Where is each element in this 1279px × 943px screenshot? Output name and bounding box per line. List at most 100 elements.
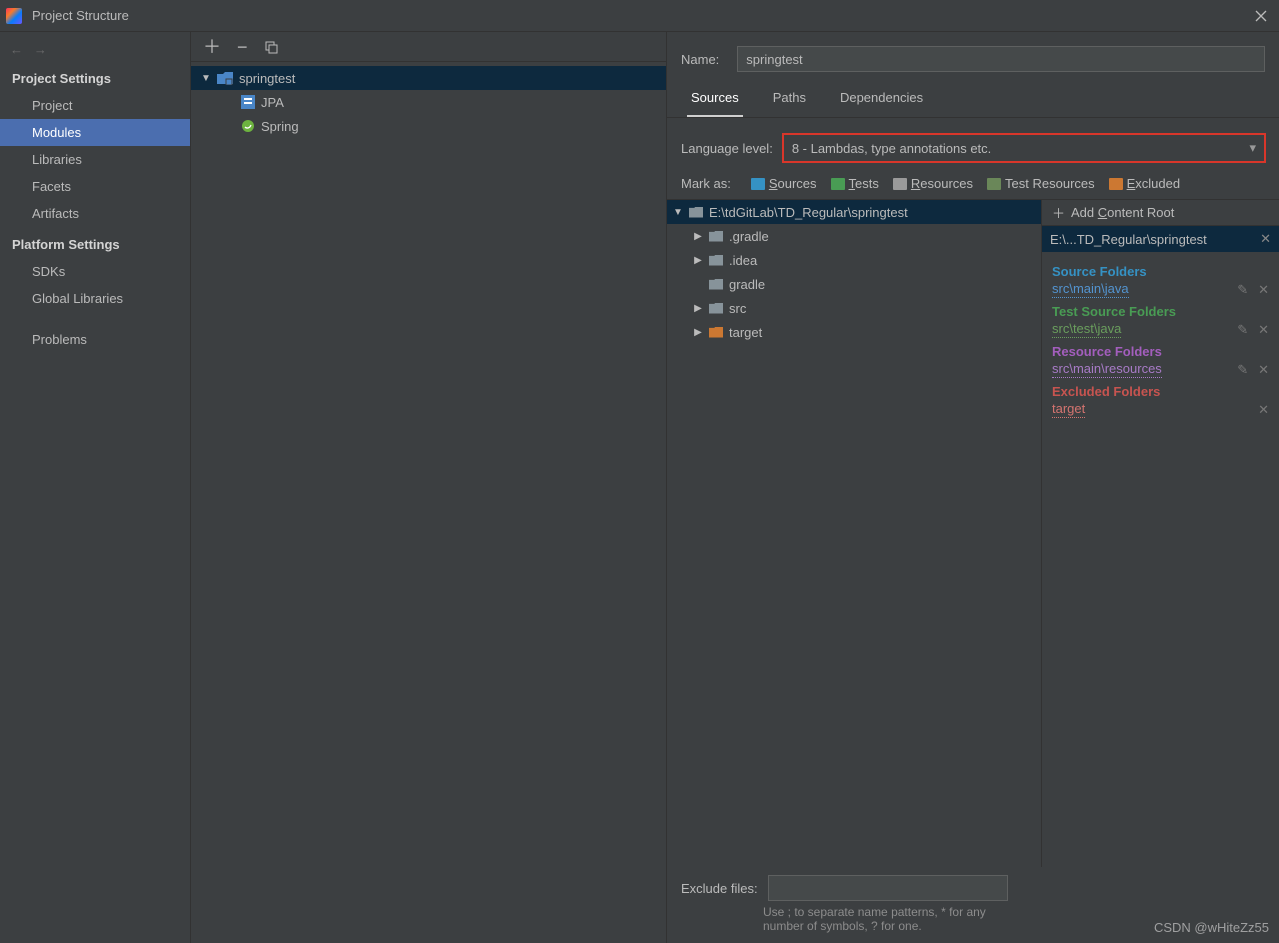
mark-test-resources[interactable]: Test Resources xyxy=(987,176,1095,191)
remove-icon[interactable]: ✕ xyxy=(1258,402,1269,418)
mark-as-label: Mark as: xyxy=(681,176,731,191)
expand-arrow-icon[interactable]: ▼ xyxy=(201,73,211,84)
excluded-folders-heading: Excluded Folders xyxy=(1052,384,1269,399)
folder-label: .idea xyxy=(729,253,757,268)
content-root-path: E:\...TD_Regular\springtest xyxy=(1050,232,1207,247)
edit-icon[interactable]: ✎ xyxy=(1237,362,1248,378)
folder-icon xyxy=(709,303,723,314)
language-level-label: Language level: xyxy=(681,141,773,156)
folder-label: gradle xyxy=(729,277,765,292)
edit-icon[interactable]: ✎ xyxy=(1237,282,1248,298)
tab-dependencies[interactable]: Dependencies xyxy=(836,82,927,117)
mark-resources[interactable]: Resources xyxy=(893,176,973,191)
sidebar-item-modules[interactable]: Modules xyxy=(0,119,190,146)
folder-row[interactable]: gradle xyxy=(667,272,1041,296)
close-button[interactable] xyxy=(1249,4,1273,28)
expand-arrow-icon[interactable]: ▶ xyxy=(693,231,703,242)
remove-content-root-button[interactable]: ✕ xyxy=(1260,231,1271,247)
tab-sources[interactable]: Sources xyxy=(687,82,743,117)
facet-row-spring[interactable]: Spring xyxy=(191,114,666,138)
add-content-root-button[interactable]: ＋ Add Content Root xyxy=(1042,200,1279,226)
module-tree: ▼ springtest JPA Spring xyxy=(191,62,666,943)
module-row-springtest[interactable]: ▼ springtest xyxy=(191,66,666,90)
name-label: Name: xyxy=(681,52,719,67)
resource-folder-item[interactable]: src\main\resources✎✕ xyxy=(1052,361,1269,378)
module-panel: ＋ − ▼ springtest JPA xyxy=(191,32,667,943)
facet-row-jpa[interactable]: JPA xyxy=(191,90,666,114)
titlebar: Project Structure xyxy=(0,0,1279,32)
jpa-icon xyxy=(241,95,255,109)
exclude-files-input[interactable] xyxy=(768,875,1008,901)
remove-icon[interactable]: ✕ xyxy=(1258,322,1269,338)
expand-arrow-icon[interactable]: ▼ xyxy=(673,207,683,218)
resource-folders-heading: Resource Folders xyxy=(1052,344,1269,359)
sidebar-item-facets[interactable]: Facets xyxy=(0,173,190,200)
add-module-button[interactable]: ＋ xyxy=(203,38,221,56)
folder-label: .gradle xyxy=(729,229,769,244)
window-title: Project Structure xyxy=(32,8,1249,23)
sidebar-item-global-libraries[interactable]: Global Libraries xyxy=(0,285,190,312)
content-roots-panel: ＋ Add Content Root E:\...TD_Regular\spri… xyxy=(1041,200,1279,867)
folder-row[interactable]: ▶ target xyxy=(667,320,1041,344)
plus-icon: ＋ xyxy=(1052,203,1065,222)
expand-arrow-icon[interactable]: ▶ xyxy=(693,255,703,266)
edit-icon[interactable]: ✎ xyxy=(1237,322,1248,338)
expand-arrow-icon[interactable]: ▶ xyxy=(693,327,703,338)
settings-sidebar: ← → Project Settings Project Modules Lib… xyxy=(0,32,191,943)
source-folder-tree: ▼ E:\tdGitLab\TD_Regular\springtest ▶ .gr… xyxy=(667,200,1041,867)
nav-history: ← → xyxy=(0,38,190,61)
mark-tests[interactable]: Tests xyxy=(831,176,879,191)
folder-row-root[interactable]: ▼ E:\tdGitLab\TD_Regular\springtest xyxy=(667,200,1041,224)
folder-row[interactable]: ▶ .idea xyxy=(667,248,1041,272)
detail-tabs: Sources Paths Dependencies xyxy=(667,82,1279,118)
test-folder-item[interactable]: src\test\java✎✕ xyxy=(1052,321,1269,338)
module-toolbar: ＋ − xyxy=(191,32,666,62)
remove-icon[interactable]: ✕ xyxy=(1258,282,1269,298)
sidebar-item-libraries[interactable]: Libraries xyxy=(0,146,190,173)
close-icon xyxy=(1255,10,1267,22)
folder-icon xyxy=(709,255,723,266)
folder-row[interactable]: ▶ src xyxy=(667,296,1041,320)
sidebar-item-problems[interactable]: Problems xyxy=(0,326,190,353)
folder-icon xyxy=(709,327,723,338)
exclude-hint: Use ; to separate name patterns, * for a… xyxy=(667,905,1007,943)
folder-label: src xyxy=(729,301,746,316)
chevron-down-icon: ▾ xyxy=(1249,140,1256,156)
copy-module-button[interactable] xyxy=(264,40,278,54)
mark-excluded[interactable]: Excluded xyxy=(1109,176,1180,191)
remove-module-button[interactable]: − xyxy=(237,38,248,56)
language-level-value: 8 - Lambdas, type annotations etc. xyxy=(792,141,991,156)
project-settings-heading: Project Settings xyxy=(0,61,190,92)
sidebar-item-sdks[interactable]: SDKs xyxy=(0,258,190,285)
tab-paths[interactable]: Paths xyxy=(769,82,810,117)
spring-icon xyxy=(241,119,255,133)
watermark: CSDN @wHiteZz55 xyxy=(1154,920,1269,935)
sidebar-item-artifacts[interactable]: Artifacts xyxy=(0,200,190,227)
folder-icon xyxy=(689,207,703,218)
folder-icon xyxy=(709,231,723,242)
module-icon xyxy=(217,71,233,85)
facet-label: Spring xyxy=(261,119,299,134)
source-folder-item[interactable]: src\main\java✎✕ xyxy=(1052,281,1269,298)
content-root-row[interactable]: E:\...TD_Regular\springtest ✕ xyxy=(1042,226,1279,252)
folder-row[interactable]: ▶ .gradle xyxy=(667,224,1041,248)
facet-label: JPA xyxy=(261,95,284,110)
folder-label: target xyxy=(729,325,762,340)
module-name-input[interactable] xyxy=(737,46,1265,72)
excluded-folder-item[interactable]: target✕ xyxy=(1052,401,1269,418)
test-folders-heading: Test Source Folders xyxy=(1052,304,1269,319)
exclude-files-label: Exclude files: xyxy=(681,881,758,896)
source-folders-heading: Source Folders xyxy=(1052,264,1269,279)
expand-arrow-icon[interactable]: ▶ xyxy=(693,303,703,314)
platform-settings-heading: Platform Settings xyxy=(0,227,190,258)
folder-label: E:\tdGitLab\TD_Regular\springtest xyxy=(709,205,908,220)
remove-icon[interactable]: ✕ xyxy=(1258,362,1269,378)
module-detail: Name: Sources Paths Dependencies Languag… xyxy=(667,32,1279,943)
module-label: springtest xyxy=(239,71,295,86)
mark-sources[interactable]: SSourcesources xyxy=(751,176,817,191)
back-button[interactable]: ← xyxy=(10,42,23,57)
sidebar-item-project[interactable]: Project xyxy=(0,92,190,119)
intellij-logo-icon xyxy=(6,8,22,24)
language-level-select[interactable]: 8 - Lambdas, type annotations etc. ▾ xyxy=(783,134,1265,162)
forward-button[interactable]: → xyxy=(34,42,47,57)
